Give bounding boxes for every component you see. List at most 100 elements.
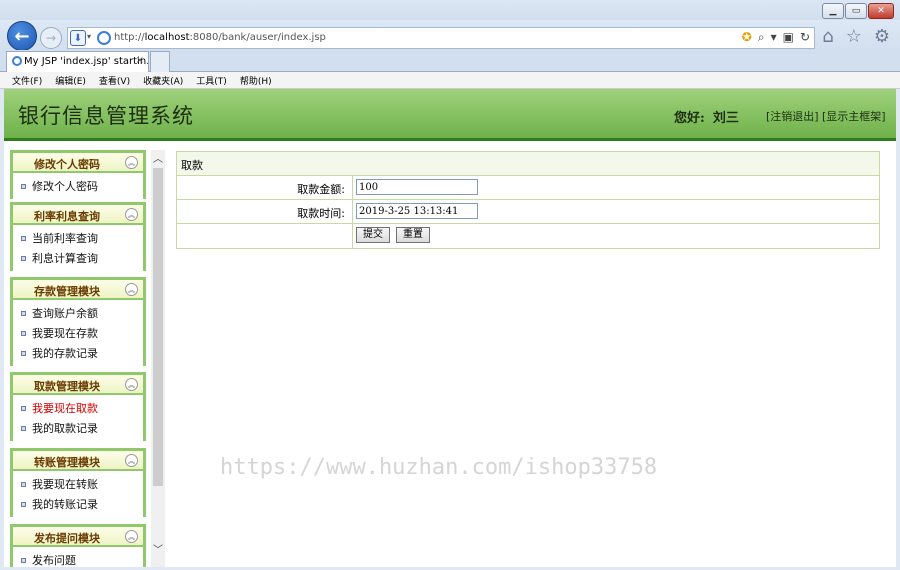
scrollbar-thumb[interactable] — [153, 168, 163, 486]
sidebar-item-interest-calc[interactable]: 利息计算查询 — [21, 249, 143, 269]
bullet-icon — [21, 426, 26, 431]
chevron-down-icon[interactable]: ▾ — [87, 32, 91, 41]
reset-button[interactable]: 重置 — [396, 227, 430, 243]
amount-input[interactable] — [356, 179, 478, 195]
sidebar: 修改个人密码 ︽ 修改个人密码 利率利息查询 ︽ 当前利率查询 利息计算查询 存款管… — [10, 150, 146, 567]
menu-view[interactable]: 查看(V) — [99, 74, 130, 87]
collapse-icon[interactable]: ︽ — [125, 378, 138, 391]
show-main-frame-link[interactable]: [显示主框架] — [822, 108, 886, 124]
bullet-icon — [21, 311, 26, 316]
system-title: 银行信息管理系统 — [18, 104, 194, 128]
sidebar-item-balance[interactable]: 查询账户余额 — [21, 304, 143, 324]
minimize-button[interactable]: ▁ — [822, 3, 844, 19]
sidebar-section-password: 修改个人密码 ︽ 修改个人密码 — [10, 150, 146, 199]
compatibility-icon[interactable]: ✪ — [742, 30, 752, 45]
page-header: 银行信息管理系统 您好: 刘三 [注销退出] [显示主框架] — [4, 89, 896, 141]
submit-button[interactable]: 提交 — [356, 227, 390, 243]
home-icon[interactable]: ⌂ — [822, 26, 833, 47]
collapse-icon[interactable]: ︽ — [125, 208, 138, 221]
sidebar-item-deposit-now[interactable]: 我要现在存款 — [21, 324, 143, 344]
refresh-icon[interactable]: ↻ — [800, 30, 810, 45]
shield-icon[interactable]: ⬇ — [70, 30, 86, 46]
page-content: 银行信息管理系统 您好: 刘三 [注销退出] [显示主框架] 修改个人密码 ︽ 修改… — [4, 89, 896, 567]
sidebar-section-transfer: 转账管理模块 ︽ 我要现在转账 我的转账记录 — [10, 448, 146, 517]
bullet-icon — [21, 184, 26, 189]
chevron-down-icon[interactable]: ﹀ — [151, 541, 165, 556]
logout-link[interactable]: [注销退出] — [766, 108, 819, 124]
address-tools: ✪ ⌕ ▾ ▣ ↻ — [742, 30, 810, 45]
menu-bar: 文件(F) 编辑(E) 查看(V) 收藏夹(A) 工具(T) 帮助(H) — [0, 72, 900, 89]
watermark: https://www.huzhan.com/ishop33758 — [220, 455, 658, 480]
menu-tools[interactable]: 工具(T) — [196, 74, 227, 87]
ie-page-icon — [12, 56, 22, 66]
form-row-time: 取款时间: — [177, 200, 879, 224]
section-header[interactable]: 取款管理模块 ︽ — [13, 375, 143, 395]
back-button[interactable]: ← — [7, 21, 37, 51]
sidebar-scrollbar[interactable]: ︿ ﹀ — [151, 150, 165, 567]
withdraw-form: 取款 取款金额: 取款时间: 提交重置 — [176, 151, 880, 249]
page-icon[interactable]: ▣ — [783, 30, 794, 45]
collapse-icon[interactable]: ︽ — [125, 156, 138, 169]
menu-file[interactable]: 文件(F) — [12, 74, 42, 87]
address-bar[interactable]: ⬇ ▾ http://localhost:8080/bank/auser/ind… — [67, 27, 815, 49]
chevron-up-icon[interactable]: ︿ — [151, 150, 165, 165]
collapse-icon[interactable]: ︽ — [125, 454, 138, 467]
bullet-icon — [21, 236, 26, 241]
menu-favorites[interactable]: 收藏夹(A) — [143, 74, 183, 87]
tab-title: My JSP 'index.jsp' startin... — [24, 56, 149, 67]
sidebar-item-change-password[interactable]: 修改个人密码 — [21, 177, 143, 197]
time-label: 取款时间: — [177, 200, 353, 223]
forward-button[interactable]: → — [40, 27, 62, 49]
close-window-button[interactable]: ✕ — [868, 3, 894, 19]
bullet-icon — [21, 406, 26, 411]
sidebar-item-withdraw-records[interactable]: 我的取款记录 — [21, 419, 143, 439]
collapse-icon[interactable]: ︽ — [125, 283, 138, 296]
sidebar-section-withdraw: 取款管理模块 ︽ 我要现在取款 我的取款记录 — [10, 372, 146, 441]
star-icon[interactable]: ☆ — [846, 26, 862, 47]
browser-tab[interactable]: My JSP 'index.jsp' startin... × — [6, 51, 149, 72]
bullet-icon — [21, 558, 26, 563]
bullet-icon — [21, 351, 26, 356]
section-header[interactable]: 存款管理模块 ︽ — [13, 280, 143, 300]
bullet-icon — [21, 502, 26, 507]
sidebar-section-interest: 利率利息查询 ︽ 当前利率查询 利息计算查询 — [10, 202, 146, 271]
sidebar-item-post-question[interactable]: 发布问题 — [21, 551, 143, 567]
user-greeting: 您好: 刘三 — [674, 111, 739, 126]
search-icon[interactable]: ⌕ — [758, 30, 765, 45]
section-header[interactable]: 利率利息查询 ︽ — [13, 205, 143, 225]
section-header[interactable]: 发布提问模块 ︽ — [13, 527, 143, 547]
form-row-actions: 提交 重置 — [177, 224, 879, 248]
chevron-down-icon[interactable]: ▾ — [771, 30, 777, 45]
sidebar-item-withdraw-now[interactable]: 我要现在取款 — [21, 399, 143, 419]
amount-label: 取款金额: — [177, 176, 353, 199]
form-title: 取款 — [177, 152, 879, 176]
empty-label-cell — [177, 224, 353, 248]
maximize-button[interactable]: ▭ — [845, 3, 867, 19]
sidebar-item-deposit-records[interactable]: 我的存款记录 — [21, 344, 143, 364]
sidebar-section-questions: 发布提问模块 ︽ 发布问题 — [10, 524, 146, 567]
sidebar-section-deposit: 存款管理模块 ︽ 查询账户余额 我要现在存款 我的存款记录 — [10, 277, 146, 366]
sidebar-item-transfer-now[interactable]: 我要现在转账 — [21, 475, 143, 495]
ie-page-icon — [97, 31, 111, 45]
bullet-icon — [21, 256, 26, 261]
collapse-icon[interactable]: ︽ — [125, 530, 138, 543]
sidebar-item-current-rate[interactable]: 当前利率查询 — [21, 229, 143, 249]
bullet-icon — [21, 331, 26, 336]
section-header[interactable]: 修改个人密码 ︽ — [13, 153, 143, 173]
sidebar-item-transfer-records[interactable]: 我的转账记录 — [21, 495, 143, 515]
section-header[interactable]: 转账管理模块 ︽ — [13, 451, 143, 471]
browser-icons: ⌂ ☆ ⚙ — [822, 26, 890, 47]
menu-help[interactable]: 帮助(H) — [240, 74, 272, 87]
menu-edit[interactable]: 编辑(E) — [55, 74, 86, 87]
close-tab-icon[interactable]: × — [136, 55, 144, 66]
new-tab-button[interactable] — [150, 51, 170, 72]
gear-icon[interactable]: ⚙ — [874, 26, 890, 47]
navigation-bar: ← → ⬇ ▾ http://localhost:8080/bank/auser… — [0, 20, 900, 51]
address-url[interactable]: http://localhost:8080/bank/auser/index.j… — [114, 32, 326, 43]
tab-bar: My JSP 'index.jsp' startin... × — [0, 50, 900, 72]
user-name: 刘三 — [712, 111, 739, 126]
window-controls: ▁ ▭ ✕ — [822, 3, 894, 19]
time-input[interactable] — [356, 203, 478, 219]
form-row-amount: 取款金额: — [177, 176, 879, 200]
bullet-icon — [21, 482, 26, 487]
